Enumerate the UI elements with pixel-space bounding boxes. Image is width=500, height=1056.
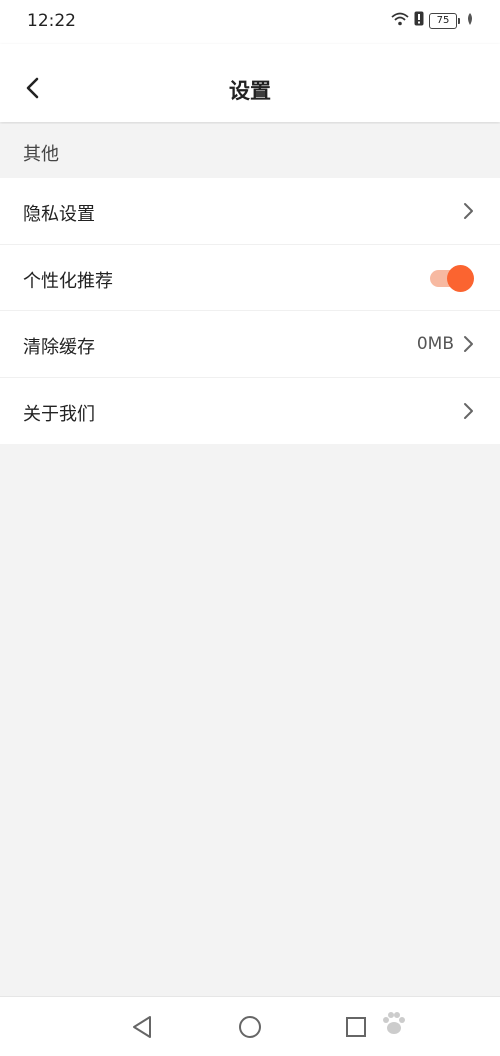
clear-cache-label: 清除缓存 xyxy=(23,337,95,358)
watermark-logo xyxy=(380,1010,472,1040)
about-us-label: 关于我们 xyxy=(23,403,95,425)
chevron-right-icon xyxy=(464,203,473,219)
alert-icon xyxy=(414,11,424,30)
paw-icon xyxy=(383,1012,405,1034)
section-label: 其他 xyxy=(23,144,59,165)
settings-list: 隐私设置 个性化推荐 清除缓存 0MB 关于我们 xyxy=(0,178,500,444)
leaf-icon xyxy=(466,11,474,30)
nav-recents-button[interactable] xyxy=(342,1013,370,1041)
home-circle-icon xyxy=(239,1016,261,1038)
status-bar: 12:22 75 xyxy=(0,0,500,44)
status-time: 12:22 xyxy=(27,11,76,31)
section-header: 其他 xyxy=(0,124,500,178)
app-header: 设置 xyxy=(0,44,500,122)
back-triangle-icon xyxy=(133,1016,151,1038)
clear-cache-row[interactable]: 清除缓存 0MB xyxy=(0,311,500,378)
personalized-recommendation-toggle[interactable] xyxy=(428,264,474,292)
toggle-knob xyxy=(447,264,474,292)
privacy-settings-row[interactable]: 隐私设置 xyxy=(0,178,500,245)
page-title: 设置 xyxy=(229,79,271,103)
personalized-recommendation-label: 个性化推荐 xyxy=(23,270,113,292)
personalized-recommendation-row: 个性化推荐 xyxy=(0,245,500,311)
chevron-right-icon xyxy=(464,336,473,352)
status-icons: 75 xyxy=(391,11,474,30)
battery-icon: 75 xyxy=(429,12,460,29)
cache-size-value: 0MB xyxy=(416,334,454,354)
wifi-icon xyxy=(391,11,409,30)
nav-home-button[interactable] xyxy=(236,1013,264,1041)
privacy-settings-label: 隐私设置 xyxy=(23,204,95,225)
about-us-row[interactable]: 关于我们 xyxy=(0,378,500,445)
nav-back-button[interactable] xyxy=(128,1013,156,1041)
recents-square-icon xyxy=(346,1017,366,1037)
chevron-right-icon xyxy=(464,402,473,419)
system-nav-bar xyxy=(0,996,500,1056)
